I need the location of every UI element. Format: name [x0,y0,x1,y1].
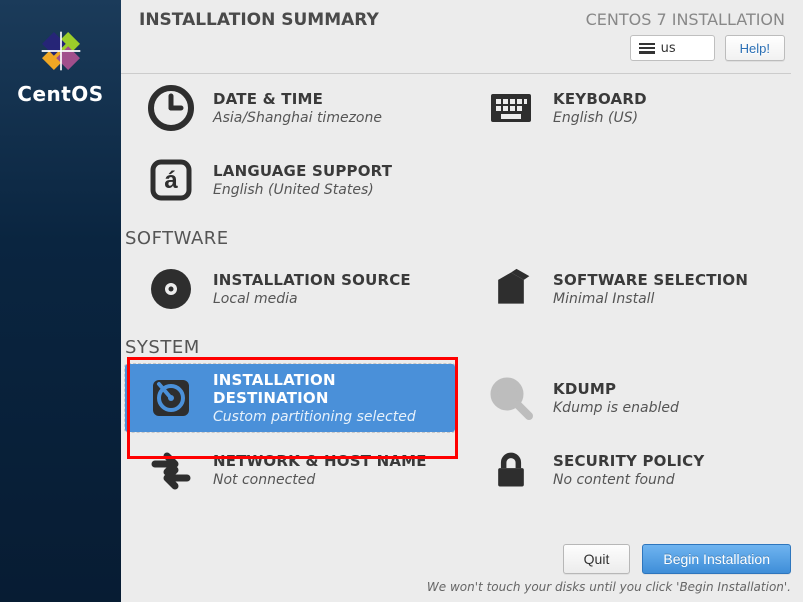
footer-hint: We won't touch your disks until you clic… [427,580,791,594]
keyboard-layout-indicator[interactable]: us [630,35,715,61]
spoke-title: INSTALLATION SOURCE [213,271,411,289]
svg-text:á: á [164,167,178,194]
keyboard-mini-icon [639,43,655,54]
spoke-status: English (United States) [213,182,392,198]
quit-button[interactable]: Quit [563,544,631,574]
spoke-title: SECURITY POLICY [553,452,704,470]
spoke-security[interactable]: SECURITY POLICY No content found [465,436,795,504]
kdump-icon [483,370,539,426]
harddisk-icon [143,370,199,426]
sidebar: CentOS [0,0,121,602]
category-software: SOFTWARE [125,214,795,255]
spoke-title: LANGUAGE SUPPORT [213,162,392,180]
spoke-status: English (US) [553,110,647,126]
spoke-network[interactable]: NETWORK & HOST NAME Not connected [125,436,455,504]
spoke-title: DATE & TIME [213,90,382,108]
keyboard-icon [483,80,539,136]
help-button[interactable]: Help! [725,35,785,61]
spoke-keyboard[interactable]: KEYBOARD English (US) [465,74,795,142]
spoke-title: NETWORK & HOST NAME [213,452,427,470]
spoke-status: Local media [213,291,411,307]
centos-logo-icon [40,30,82,72]
header: INSTALLATION SUMMARY CENTOS 7 INSTALLATI… [121,0,803,65]
spoke-kdump[interactable]: KDUMP Kdump is enabled [465,364,795,432]
spoke-software-selection[interactable]: SOFTWARE SELECTION Minimal Install [465,255,795,323]
spoke-status: No content found [553,472,704,488]
clock-icon [143,80,199,136]
spoke-status: Custom partitioning selected [213,409,447,425]
spoke-status: Minimal Install [553,291,748,307]
lock-icon [483,442,539,498]
network-icon [143,442,199,498]
category-system: SYSTEM [125,323,795,364]
keyboard-layout-text: us [661,41,676,56]
spoke-status: Kdump is enabled [553,400,679,416]
package-icon [483,261,539,317]
disc-icon [143,261,199,317]
footer: Quit Begin Installation We won't touch y… [251,544,791,594]
language-icon: á [143,152,199,208]
content: DATE & TIME Asia/Shanghai timezone KEYBO… [121,74,803,504]
page-title: INSTALLATION SUMMARY [139,10,379,30]
spoke-status: Asia/Shanghai timezone [213,110,382,126]
main-panel: INSTALLATION SUMMARY CENTOS 7 INSTALLATI… [121,0,803,602]
spoke-title: INSTALLATION DESTINATION [213,371,447,407]
brand-text: CentOS [17,82,103,106]
spoke-installation-source[interactable]: INSTALLATION SOURCE Local media [125,255,455,323]
spoke-language[interactable]: á LANGUAGE SUPPORT English (United State… [125,146,455,214]
product-label: CENTOS 7 INSTALLATION [586,10,785,29]
spoke-datetime[interactable]: DATE & TIME Asia/Shanghai timezone [125,74,455,142]
spoke-status: Not connected [213,472,427,488]
spoke-installation-destination[interactable]: INSTALLATION DESTINATION Custom partitio… [125,364,455,432]
spoke-title: KDUMP [553,380,679,398]
begin-installation-button[interactable]: Begin Installation [642,544,791,574]
spoke-title: KEYBOARD [553,90,647,108]
spoke-title: SOFTWARE SELECTION [553,271,748,289]
